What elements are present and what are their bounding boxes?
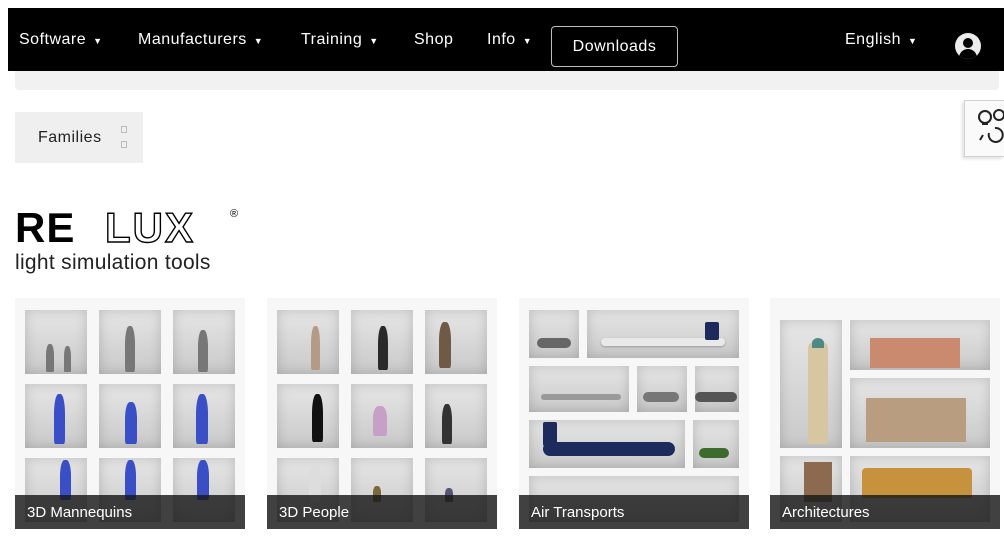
chevron-down-icon: ▼ bbox=[369, 35, 379, 46]
families-filter-button[interactable]: Families bbox=[15, 112, 143, 163]
category-label: 3D Mannequins bbox=[27, 503, 133, 521]
nav-software[interactable]: Software ▼ bbox=[19, 8, 103, 71]
category-caption: 3D Mannequins bbox=[15, 495, 245, 529]
avatar-body bbox=[959, 49, 977, 59]
category-label: Air Transports bbox=[531, 503, 625, 521]
language-label: English bbox=[845, 30, 901, 48]
downloads-label: Downloads bbox=[572, 37, 657, 55]
nav-shop[interactable]: Shop bbox=[414, 8, 453, 71]
registered-mark: ® bbox=[230, 208, 239, 220]
category-caption: Air Transports bbox=[519, 495, 749, 529]
chevron-down-icon: ▼ bbox=[907, 35, 918, 46]
category-label: Architectures bbox=[782, 503, 870, 521]
chevron-down-icon: ▼ bbox=[93, 35, 103, 46]
nav-manufacturers[interactable]: Manufacturers ▼ bbox=[138, 8, 263, 71]
downloads-button[interactable]: Downloads bbox=[551, 26, 678, 67]
logo-lux-text: LUX bbox=[104, 204, 195, 251]
nav-info[interactable]: Info ▼ bbox=[487, 8, 532, 71]
chevron-down-icon: ▼ bbox=[522, 35, 533, 46]
families-label: Families bbox=[38, 128, 102, 146]
relux-logo: RE LUX ® light simulation tools bbox=[15, 204, 245, 275]
nav-software-label: Software bbox=[19, 30, 87, 48]
nav-training-label: Training bbox=[301, 30, 363, 48]
search-strip bbox=[15, 71, 999, 90]
lamp-tool-widget[interactable] bbox=[964, 100, 1004, 157]
category-card-3d-mannequins[interactable]: 3D Mannequins bbox=[15, 298, 245, 529]
language-selector[interactable]: English ▼ bbox=[845, 8, 917, 71]
nav-training[interactable]: Training ▼ bbox=[301, 8, 379, 71]
category-caption: Architectures bbox=[770, 495, 1000, 529]
logo-tagline: light simulation tools bbox=[15, 251, 211, 274]
category-caption: 3D People bbox=[267, 495, 497, 529]
sort-toggle-icon bbox=[121, 126, 127, 148]
avatar-head bbox=[963, 38, 973, 48]
lightbulb-icon bbox=[978, 109, 1004, 143]
nav-manufacturers-label: Manufacturers bbox=[138, 30, 247, 48]
nav-shop-label: Shop bbox=[414, 30, 454, 48]
category-card-air-transports[interactable]: Air Transports bbox=[519, 298, 749, 529]
category-card-3d-people[interactable]: 3D People bbox=[267, 298, 497, 529]
category-label: 3D People bbox=[279, 503, 350, 521]
nav-info-label: Info bbox=[487, 30, 516, 48]
chevron-down-icon: ▼ bbox=[253, 35, 264, 46]
category-card-architectures[interactable]: Architectures bbox=[770, 298, 1000, 529]
user-avatar-icon[interactable] bbox=[955, 33, 981, 59]
logo-re-text: RE bbox=[15, 204, 76, 251]
top-navbar: Software ▼ Manufacturers ▼ Training ▼ Sh… bbox=[8, 8, 1004, 71]
